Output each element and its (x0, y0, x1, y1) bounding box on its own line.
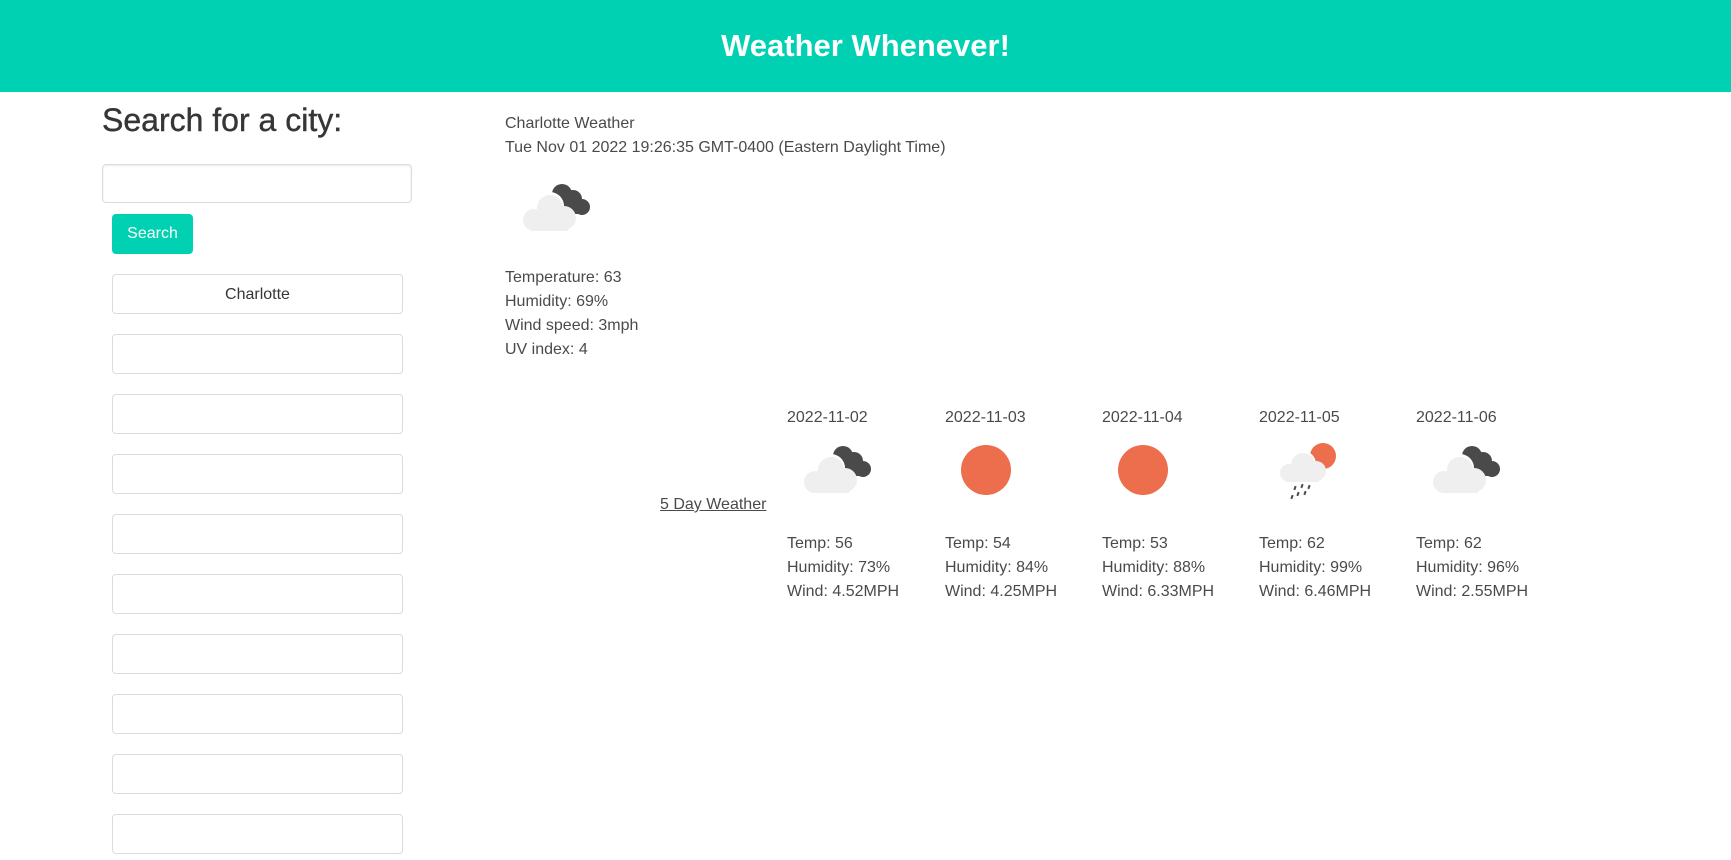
cloudy-icon (520, 180, 596, 240)
current-wind: Wind speed: 3mph (505, 317, 639, 334)
cloudy-icon (801, 442, 881, 512)
history-city-button[interactable] (112, 814, 403, 854)
forecast-day-card: 2022-11-02 Temp: 56 Humidity: 73% Wind: … (787, 406, 937, 604)
history-city-button[interactable] (112, 454, 403, 494)
current-temperature: Temperature: 63 (505, 269, 622, 286)
forecast-date: 2022-11-04 (1102, 409, 1183, 426)
forecast-date: 2022-11-03 (945, 409, 1026, 426)
forecast-day-card: 2022-11-03 Temp: 54 Humidity: 84% Wind: … (945, 406, 1095, 604)
app-header: Weather Whenever! (0, 0, 1731, 92)
search-button[interactable]: Search (112, 214, 193, 254)
forecast-date: 2022-11-02 (787, 409, 868, 426)
forecast-day-card: 2022-11-04 Temp: 53 Humidity: 88% Wind: … (1102, 406, 1252, 604)
forecast-date: 2022-11-05 (1259, 409, 1340, 426)
forecast-date: 2022-11-06 (1416, 409, 1497, 426)
current-weather-stats: Temperature: 63 Humidity: 69% Wind speed… (505, 266, 638, 362)
forecast-humidity: Humidity: 96% (1416, 559, 1520, 576)
history-city-button[interactable] (112, 574, 403, 614)
forecast-day-card: 2022-11-05 Temp: 62 Humidity: 99% Wind: … (1259, 406, 1409, 604)
history-city-button[interactable]: Charlotte (112, 274, 403, 314)
forecast-humidity: Humidity: 88% (1102, 559, 1206, 576)
current-datetime: Tue Nov 01 2022 19:26:35 GMT-0400 (Easte… (505, 139, 946, 156)
forecast-humidity: Humidity: 84% (945, 559, 1049, 576)
forecast-temp: Temp: 53 (1102, 535, 1168, 552)
history-city-button[interactable] (112, 394, 403, 434)
city-search-input[interactable] (102, 164, 412, 203)
sun-icon (959, 442, 1039, 512)
forecast-wind: Wind: 6.33MPH (1102, 583, 1215, 600)
history-city-button[interactable] (112, 334, 403, 374)
forecast-temp: Temp: 54 (945, 535, 1011, 552)
forecast-humidity: Humidity: 73% (787, 559, 891, 576)
forecast-temp: Temp: 56 (787, 535, 853, 552)
forecast-wind: Wind: 4.52MPH (787, 583, 900, 600)
history-city-button[interactable] (112, 754, 403, 794)
current-humidity: Humidity: 69% (505, 293, 609, 310)
history-city-button[interactable] (112, 634, 403, 674)
forecast-wind: Wind: 6.46MPH (1259, 583, 1372, 600)
history-city-button[interactable] (112, 514, 403, 554)
sun-icon (1116, 442, 1196, 512)
current-uv: UV index: 4 (505, 341, 588, 358)
forecast-temp: Temp: 62 (1416, 535, 1482, 552)
cloudy-icon (1430, 442, 1510, 512)
search-heading: Search for a city: (102, 102, 343, 138)
app-title: Weather Whenever! (721, 28, 1010, 63)
five-day-weather-link[interactable]: 5 Day Weather (660, 496, 766, 514)
history-city-button[interactable] (112, 694, 403, 734)
forecast-humidity: Humidity: 99% (1259, 559, 1363, 576)
rain-sun-icon (1273, 442, 1353, 512)
current-weather-header: Charlotte Weather Tue Nov 01 2022 19:26:… (505, 112, 946, 160)
forecast-wind: Wind: 2.55MPH (1416, 583, 1529, 600)
forecast-day-card: 2022-11-06 Temp: 62 Humidity: 96% Wind: … (1416, 406, 1566, 604)
forecast-temp: Temp: 62 (1259, 535, 1325, 552)
forecast-wind: Wind: 4.25MPH (945, 583, 1058, 600)
current-city-title: Charlotte Weather (505, 115, 635, 132)
